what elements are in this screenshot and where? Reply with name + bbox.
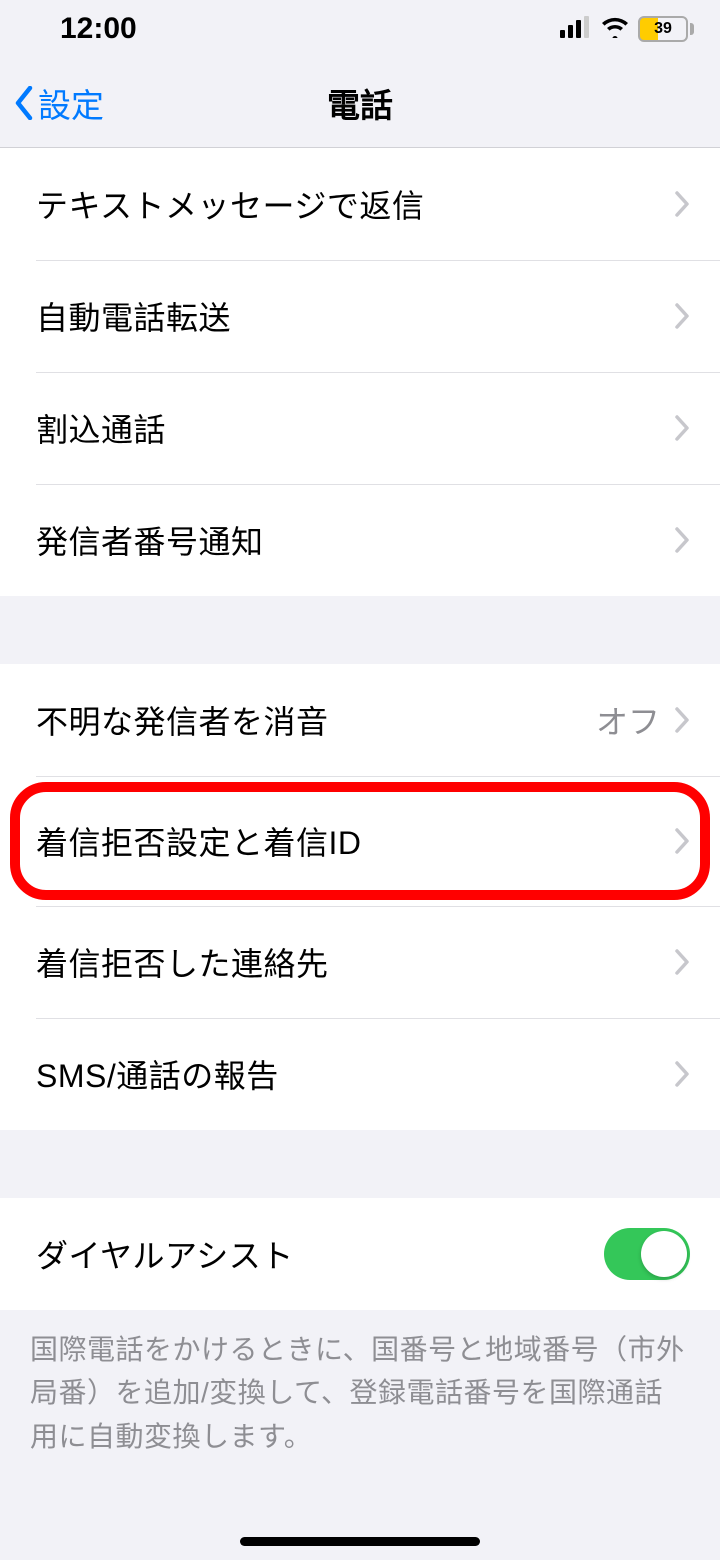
row-value: オフ: [596, 697, 660, 743]
row-label: SMS/通話の報告: [36, 1051, 674, 1097]
chevron-right-icon: [674, 302, 690, 330]
settings-group-3: ダイヤルアシスト: [0, 1198, 720, 1310]
status-right: 39: [560, 16, 694, 43]
chevron-right-icon: [674, 1060, 690, 1088]
dial-assist-toggle[interactable]: [604, 1228, 690, 1280]
dial-assist-footer: 国際電話をかけるときに、国番号と地域番号（市外局番）を追加/変換して、登録電話番…: [0, 1310, 720, 1498]
row-label: 割込通話: [36, 405, 674, 451]
row-label: テキストメッセージで返信: [36, 181, 674, 227]
chevron-right-icon: [674, 948, 690, 976]
group-gap: [0, 596, 720, 664]
chevron-right-icon: [674, 526, 690, 554]
page-title: 電話: [0, 79, 720, 127]
row-caller-id[interactable]: 発信者番号通知: [0, 484, 720, 596]
toggle-knob: [641, 1231, 687, 1277]
nav-header: 設定 電話: [0, 58, 720, 148]
battery-icon: 39: [638, 16, 694, 42]
row-call-waiting[interactable]: 割込通話: [0, 372, 720, 484]
row-reply-with-text[interactable]: テキストメッセージで返信: [0, 148, 720, 260]
group-gap: [0, 1130, 720, 1198]
wifi-icon: [600, 16, 630, 43]
row-label: 不明な発信者を消音: [36, 697, 596, 743]
row-dial-assist: ダイヤルアシスト: [0, 1198, 720, 1310]
status-time: 12:00: [60, 12, 137, 46]
back-label: 設定: [38, 79, 104, 127]
chevron-right-icon: [674, 827, 690, 855]
settings-group-2: 不明な発信者を消音 オフ 着信拒否設定と着信ID 着信拒否した連絡先 SMS/通…: [0, 664, 720, 1130]
row-blocked-contacts[interactable]: 着信拒否した連絡先: [0, 906, 720, 1018]
row-label: 着信拒否設定と着信ID: [36, 818, 674, 864]
row-sms-call-report[interactable]: SMS/通話の報告: [0, 1018, 720, 1130]
chevron-right-icon: [674, 706, 690, 734]
screen: 12:00 39 設定 電話 テキストメッセージで返信 自動電話: [0, 0, 720, 1560]
row-silence-unknown-callers[interactable]: 不明な発信者を消音 オフ: [0, 664, 720, 776]
row-label: 自動電話転送: [36, 293, 674, 339]
row-label: 発信者番号通知: [36, 517, 674, 563]
row-label: ダイヤルアシスト: [36, 1231, 604, 1277]
back-button[interactable]: 設定: [0, 79, 104, 127]
chevron-right-icon: [674, 414, 690, 442]
chevron-left-icon: [14, 86, 34, 120]
cellular-icon: [560, 16, 592, 43]
home-indicator[interactable]: [240, 1537, 480, 1546]
row-label: 着信拒否した連絡先: [36, 939, 674, 985]
status-bar: 12:00 39: [0, 0, 720, 58]
chevron-right-icon: [674, 190, 690, 218]
row-call-blocking-identification[interactable]: 着信拒否設定と着信ID: [0, 776, 720, 906]
battery-level: 39: [654, 20, 672, 38]
row-call-forwarding[interactable]: 自動電話転送: [0, 260, 720, 372]
settings-group-1: テキストメッセージで返信 自動電話転送 割込通話 発信者番号通知: [0, 148, 720, 596]
